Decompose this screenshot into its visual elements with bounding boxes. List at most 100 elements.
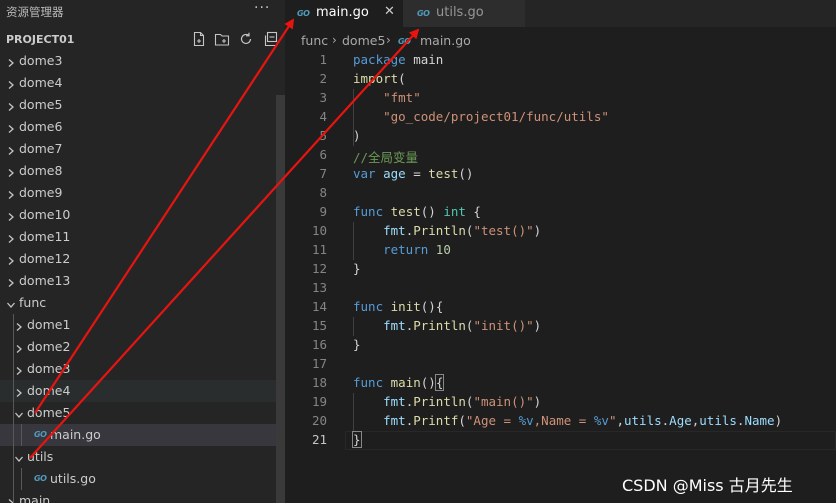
chevron-down-icon[interactable] bbox=[14, 449, 26, 465]
code-line[interactable]: "go_code/project01/func/utils" bbox=[353, 109, 609, 124]
code-line[interactable]: fmt.Printf("Age = %v,Name = %v",utils.Ag… bbox=[353, 413, 782, 428]
code-line[interactable]: fmt.Println("init()") bbox=[353, 318, 541, 333]
tab-utils-go[interactable]: GO utils.go bbox=[403, 0, 525, 27]
tree-folder-dome4[interactable]: dome4 bbox=[0, 380, 276, 402]
tree-item-label: dome7 bbox=[19, 141, 63, 156]
explorer-title: 资源管理器 bbox=[6, 5, 64, 19]
editor-tab-bar: GO main.go ✕ GO utils.go bbox=[285, 0, 836, 27]
code-line[interactable]: } bbox=[352, 431, 362, 448]
tree-indent-guide bbox=[21, 424, 22, 446]
code-line[interactable]: fmt.Println("main()") bbox=[353, 394, 541, 409]
tree-folder-dome3[interactable]: dome3 bbox=[0, 50, 276, 72]
code-line[interactable]: return 10 bbox=[353, 242, 451, 257]
tree-item-label: dome6 bbox=[19, 119, 63, 134]
line-number: 20 bbox=[311, 413, 327, 428]
chevron-right-icon[interactable] bbox=[6, 163, 18, 179]
tree-folder-dome13[interactable]: dome13 bbox=[0, 270, 276, 292]
tree-item-label: utils bbox=[27, 449, 54, 464]
tree-folder-dome7[interactable]: dome7 bbox=[0, 138, 276, 160]
tree-item-label: dome10 bbox=[19, 207, 71, 222]
tree-item-label: dome2 bbox=[27, 339, 71, 354]
tree-file-main-go[interactable]: GO main.go bbox=[0, 424, 276, 446]
chevron-right-icon[interactable] bbox=[14, 383, 26, 399]
tree-folder-dome8[interactable]: dome8 bbox=[0, 160, 276, 182]
chevron-right-icon[interactable] bbox=[6, 53, 18, 69]
chevron-right-icon[interactable] bbox=[6, 75, 18, 91]
chevron-right-icon: › bbox=[332, 33, 337, 47]
chevron-right-icon[interactable] bbox=[14, 339, 26, 355]
code-line[interactable]: func test() int { bbox=[353, 204, 481, 219]
code-editor[interactable]: 1 package main 2 import(3 "fmt" 4 "go_code/p… bbox=[285, 51, 836, 503]
code-line[interactable]: package main bbox=[353, 52, 443, 67]
chevron-right-icon[interactable] bbox=[6, 119, 18, 135]
tree-item-label: dome4 bbox=[19, 75, 63, 90]
chevron-right-icon[interactable] bbox=[6, 141, 18, 157]
line-number: 6 bbox=[319, 147, 327, 162]
project-section-header[interactable]: PROJECT01 bbox=[0, 30, 285, 50]
chevron-right-icon[interactable] bbox=[6, 229, 18, 245]
tree-folder-dome6[interactable]: dome6 bbox=[0, 116, 276, 138]
tree-file-utils-go[interactable]: GO utils.go bbox=[0, 468, 276, 490]
tree-folder-func[interactable]: func bbox=[0, 292, 276, 314]
explorer-sidebar: 资源管理器 ··· PROJECT01 dome3 dome4 dome5 dome6… bbox=[0, 0, 285, 503]
tree-item-label: dome4 bbox=[27, 383, 71, 398]
chevron-down-icon[interactable] bbox=[6, 295, 18, 311]
chevron-right-icon[interactable] bbox=[14, 317, 26, 333]
close-icon[interactable]: ✕ bbox=[384, 4, 395, 19]
more-actions-icon[interactable]: ··· bbox=[254, 0, 270, 16]
code-line[interactable]: import( bbox=[353, 71, 406, 86]
tree-folder-utils[interactable]: utils bbox=[0, 446, 276, 468]
breadcrumb-item-dome5[interactable]: dome5 bbox=[342, 33, 385, 48]
code-line[interactable]: } bbox=[353, 261, 361, 276]
chevron-right-icon[interactable] bbox=[6, 273, 18, 289]
line-number: 21 bbox=[311, 432, 327, 447]
tree-folder-dome10[interactable]: dome10 bbox=[0, 204, 276, 226]
tree-folder-dome3[interactable]: dome3 bbox=[0, 358, 276, 380]
line-number: 15 bbox=[311, 318, 327, 333]
project-name: PROJECT01 bbox=[6, 33, 75, 46]
refresh-icon[interactable] bbox=[238, 31, 256, 49]
line-number: 8 bbox=[319, 185, 327, 200]
code-line[interactable]: var age = test() bbox=[353, 166, 473, 181]
chevron-right-icon[interactable] bbox=[6, 251, 18, 267]
line-number: 12 bbox=[311, 261, 327, 276]
code-line[interactable]: func init(){ bbox=[353, 299, 443, 314]
chevron-right-icon[interactable] bbox=[6, 493, 18, 503]
code-line[interactable]: } bbox=[353, 337, 361, 352]
tree-folder-dome12[interactable]: dome12 bbox=[0, 248, 276, 270]
chevron-right-icon[interactable] bbox=[14, 361, 26, 377]
chevron-right-icon[interactable] bbox=[6, 97, 18, 113]
new-folder-icon[interactable] bbox=[214, 31, 232, 49]
line-number: 1 bbox=[319, 52, 327, 67]
breadcrumb: func › dome5 › GO main.go bbox=[285, 28, 836, 52]
tree-item-label: dome8 bbox=[19, 163, 63, 178]
chevron-right-icon[interactable] bbox=[6, 185, 18, 201]
code-line[interactable]: //全局变量 bbox=[353, 147, 418, 166]
sidebar-scrollbar[interactable] bbox=[276, 95, 285, 503]
go-file-icon: GO bbox=[398, 37, 411, 46]
code-line[interactable]: func main(){ bbox=[353, 374, 445, 391]
tree-folder-dome9[interactable]: dome9 bbox=[0, 182, 276, 204]
tree-item-label: dome12 bbox=[19, 251, 71, 266]
tree-folder-dome2[interactable]: dome2 bbox=[0, 336, 276, 358]
tree-folder-dome11[interactable]: dome11 bbox=[0, 226, 276, 248]
new-file-icon[interactable] bbox=[191, 31, 209, 49]
breadcrumb-item-main-go[interactable]: main.go bbox=[420, 33, 471, 48]
line-number: 5 bbox=[319, 128, 327, 143]
line-number: 16 bbox=[311, 337, 327, 352]
chevron-down-icon[interactable] bbox=[14, 405, 26, 421]
code-line[interactable]: ) bbox=[353, 128, 361, 143]
breadcrumb-item-func[interactable]: func bbox=[301, 33, 328, 48]
tree-folder-dome5[interactable]: dome5 bbox=[0, 402, 276, 424]
tree-folder-dome1[interactable]: dome1 bbox=[0, 314, 276, 336]
collapse-all-icon[interactable] bbox=[262, 31, 280, 49]
tree-folder-main[interactable]: main bbox=[0, 490, 276, 503]
current-line-highlight bbox=[345, 431, 836, 450]
tab-main-go[interactable]: GO main.go ✕ bbox=[285, 0, 403, 27]
tree-item-label: dome9 bbox=[19, 185, 63, 200]
chevron-right-icon[interactable] bbox=[6, 207, 18, 223]
tree-folder-dome4[interactable]: dome4 bbox=[0, 72, 276, 94]
code-line[interactable]: fmt.Println("test()") bbox=[353, 223, 541, 238]
code-line[interactable]: "fmt" bbox=[353, 90, 421, 105]
tree-folder-dome5[interactable]: dome5 bbox=[0, 94, 276, 116]
